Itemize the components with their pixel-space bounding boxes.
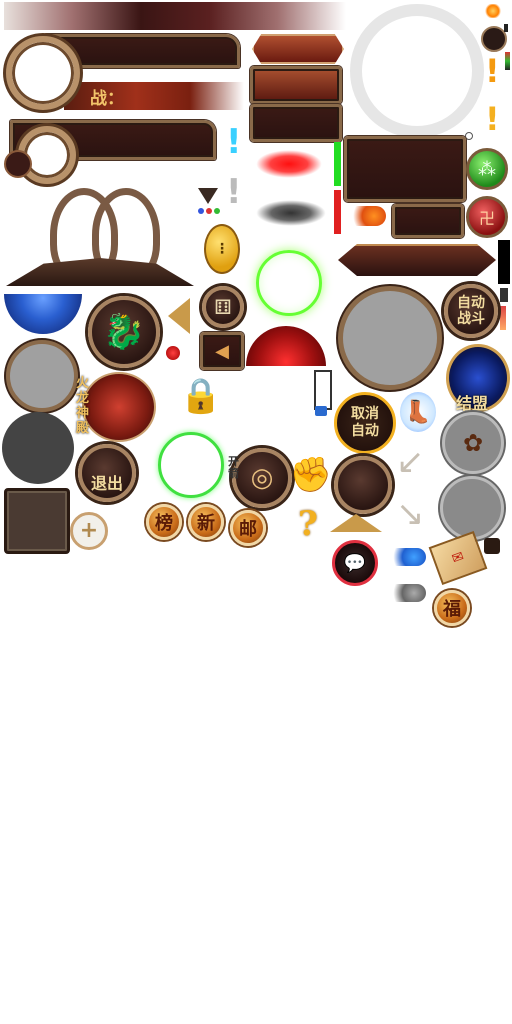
lock-chain-icon[interactable]: 🔒 xyxy=(168,372,234,420)
red-dot xyxy=(166,346,180,360)
curved-arrow-icon: ↙ xyxy=(396,442,425,482)
alliance-label: 结盟 xyxy=(456,394,489,413)
winged-boot-icon[interactable]: 👢 xyxy=(400,392,436,432)
side-text: 火龙神殿 xyxy=(76,376,90,436)
gray-swirl-icon xyxy=(386,584,426,602)
shadow-ellipse xyxy=(256,200,326,226)
skill-slot-1[interactable]: ✿ xyxy=(442,412,504,474)
top-gradient-strip xyxy=(4,2,346,30)
exclamation-icon: ! xyxy=(226,172,242,212)
exclamation-icon: ! xyxy=(485,100,500,138)
orange-swirl-icon xyxy=(346,206,386,226)
fortune-button[interactable]: 福 xyxy=(434,590,470,626)
up-triangle-icon xyxy=(330,514,382,532)
hand-icon[interactable]: ✊ xyxy=(290,448,332,502)
battle-label: 战： xyxy=(90,89,124,109)
curved-arrow-icon: ↘ xyxy=(396,494,425,534)
red-glow xyxy=(256,150,322,178)
exclamation-icon: ! xyxy=(485,52,500,90)
round-button[interactable] xyxy=(334,456,392,514)
mini-panel[interactable] xyxy=(392,204,464,238)
new-button[interactable]: 新 xyxy=(188,504,224,540)
chevron-down-icon xyxy=(198,188,218,204)
blue-swirl-icon xyxy=(386,548,426,566)
item-slot[interactable] xyxy=(4,488,70,554)
dark-circle xyxy=(2,412,74,484)
dragon-medallion-icon[interactable]: 🐉 xyxy=(88,296,160,368)
rank-button[interactable]: 榜 xyxy=(146,504,182,540)
chat-bubble-icon[interactable]: ⋮ xyxy=(204,224,240,274)
white-ring-icon xyxy=(350,4,484,138)
green-ring-icon xyxy=(158,432,224,498)
avatar-slot-large[interactable] xyxy=(338,286,442,390)
green-ring-icon xyxy=(256,250,322,316)
panel-button-1[interactable] xyxy=(250,66,342,104)
red-orb-button[interactable]: 卍 xyxy=(466,196,508,238)
plus-icon[interactable]: + xyxy=(70,512,108,550)
question-icon[interactable]: ? xyxy=(298,504,318,544)
auto-battle-button[interactable]: 自动战斗 xyxy=(444,284,498,338)
arrow-button[interactable]: ◀ xyxy=(200,332,244,370)
info-panel xyxy=(344,136,466,202)
ornate-divider xyxy=(338,244,496,276)
sparkle-icon xyxy=(484,4,502,18)
dice-icon[interactable]: ⚅ xyxy=(202,286,244,328)
exit-button[interactable]: 退出 xyxy=(78,444,136,502)
cancel-auto-button[interactable]: 取消自动 xyxy=(334,392,396,454)
title-plate xyxy=(252,34,344,64)
blue-orb-icon xyxy=(4,294,82,334)
portrait-frame-icon xyxy=(6,36,80,110)
double-ring-ornament-icon xyxy=(6,186,196,290)
avatar-slot[interactable] xyxy=(6,340,78,412)
mail-button[interactable]: 邮 xyxy=(230,510,266,546)
portrait-bar-small xyxy=(4,118,224,184)
panel-button-2[interactable] xyxy=(250,104,342,142)
arrow-text: 开箭 xyxy=(228,455,239,480)
dragon-temple-icon[interactable] xyxy=(82,372,156,442)
red-dome-icon xyxy=(246,326,326,366)
chat-bubble-icon[interactable]: 💬 xyxy=(332,540,378,586)
arrow-left-icon[interactable] xyxy=(168,298,190,334)
white-bar xyxy=(314,370,332,410)
portrait-bar-large: 战： xyxy=(4,34,244,114)
green-orb-button[interactable]: ⁂ xyxy=(466,148,508,190)
exclamation-icon: ! xyxy=(226,122,242,162)
